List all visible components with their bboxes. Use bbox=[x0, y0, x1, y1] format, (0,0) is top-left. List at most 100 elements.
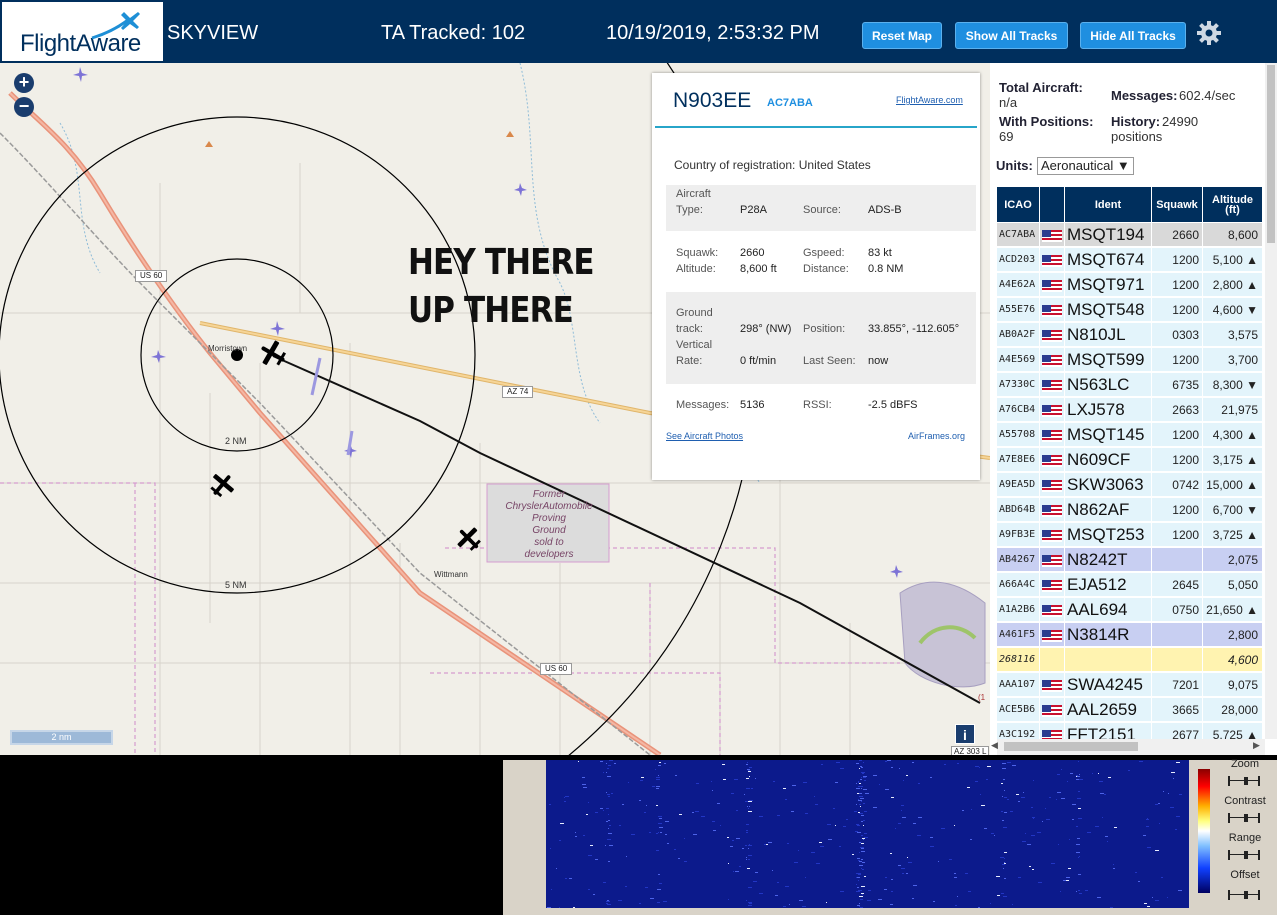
table-row[interactable]: A76CB4 LXJ578 2663 21,975 bbox=[997, 398, 1263, 422]
aircraft-icon[interactable] bbox=[455, 525, 483, 553]
cell-altitude: 15,000 ▲ bbox=[1203, 473, 1263, 497]
selected-aircraft-icon[interactable] bbox=[258, 339, 288, 369]
cell-ident: EJA512 bbox=[1065, 573, 1152, 597]
waterfall-display[interactable] bbox=[546, 760, 1189, 908]
country-value: United States bbox=[798, 158, 871, 172]
range-slider[interactable] bbox=[1228, 850, 1260, 860]
table-row[interactable]: AB4267 N8242T 2,075 bbox=[997, 548, 1263, 572]
history-label: History: bbox=[1111, 114, 1161, 129]
table-row[interactable]: A4E62A MSQT971 1200 2,800 ▲ bbox=[997, 273, 1263, 297]
source-label: Source: bbox=[803, 204, 841, 216]
gear-icon[interactable] bbox=[1196, 20, 1222, 46]
info-button[interactable]: i bbox=[955, 724, 975, 744]
cell-ident: SKW3063 bbox=[1065, 473, 1152, 497]
cell-flag bbox=[1040, 623, 1065, 647]
table-row[interactable]: A461F5 N3814R 2,800 bbox=[997, 623, 1263, 647]
scroll-left-icon[interactable]: ◀ bbox=[991, 740, 998, 751]
cell-altitude: 21,975 bbox=[1203, 398, 1263, 422]
us-flag-icon bbox=[1042, 280, 1062, 292]
col-flag[interactable] bbox=[1040, 187, 1065, 222]
cell-altitude: 21,650 ▲ bbox=[1203, 598, 1263, 622]
contrast-label: Contrast bbox=[1224, 795, 1266, 807]
type-value: P28A bbox=[740, 204, 767, 216]
flightaware-logo[interactable]: FlightAware bbox=[2, 2, 163, 61]
show-all-tracks-button[interactable]: Show All Tracks bbox=[955, 22, 1068, 49]
cell-altitude: 4,600 ▼ bbox=[1203, 298, 1263, 322]
lastseen-value: now bbox=[868, 355, 889, 367]
cell-flag bbox=[1040, 498, 1065, 522]
cell-flag bbox=[1040, 348, 1065, 372]
aircraft-detail-popup: N903EE AC7ABA FlightAware.com Country of… bbox=[652, 73, 980, 480]
scroll-right-icon[interactable]: ▶ bbox=[1253, 740, 1260, 751]
table-row[interactable]: A4E569 MSQT599 1200 3,700 bbox=[997, 348, 1263, 372]
distance-value: 0.8 NM bbox=[868, 263, 904, 275]
us-flag-icon bbox=[1042, 255, 1062, 267]
table-row[interactable]: A55708 MSQT145 1200 4,300 ▲ bbox=[997, 423, 1263, 447]
col-icao[interactable]: ICAO bbox=[997, 187, 1040, 222]
table-row[interactable]: A9FB3E MSQT253 1200 3,725 ▲ bbox=[997, 523, 1263, 547]
cell-squawk: 1200 bbox=[1152, 523, 1203, 547]
zoom-out-button[interactable]: − bbox=[14, 97, 34, 117]
cell-ident: MSQT194 bbox=[1065, 223, 1152, 247]
table-row[interactable]: 268116 4,600 bbox=[997, 648, 1263, 672]
cell-squawk: 6735 bbox=[1152, 373, 1203, 397]
contrast-slider[interactable] bbox=[1228, 813, 1260, 823]
table-row[interactable]: ACD203 MSQT674 1200 5,100 ▲ bbox=[997, 248, 1263, 272]
cell-altitude: 28,000 bbox=[1203, 698, 1263, 722]
us-flag-icon bbox=[1042, 405, 1062, 417]
table-row[interactable]: A55E76 MSQT548 1200 4,600 ▼ bbox=[997, 298, 1263, 322]
cell-ident: LXJ578 bbox=[1065, 398, 1152, 422]
cell-icao: AC7ABA bbox=[997, 223, 1040, 247]
cell-squawk: 1200 bbox=[1152, 423, 1203, 447]
table-row[interactable]: A66A4C EJA512 2645 5,050 bbox=[997, 573, 1263, 597]
vertical-scroll-thumb[interactable] bbox=[1267, 65, 1275, 243]
hide-all-tracks-button[interactable]: Hide All Tracks bbox=[1080, 22, 1186, 49]
cell-squawk: 3665 bbox=[1152, 698, 1203, 722]
offset-slider[interactable] bbox=[1228, 890, 1260, 900]
flightaware-link[interactable]: FlightAware.com bbox=[896, 95, 963, 105]
cell-flag bbox=[1040, 298, 1065, 322]
aircraft-icon[interactable] bbox=[208, 471, 236, 499]
table-row[interactable]: AC7ABA MSQT194 2660 8,600 bbox=[997, 223, 1263, 247]
col-squawk[interactable]: Squawk bbox=[1152, 187, 1203, 222]
col-altitude[interactable]: Altitude (ft) bbox=[1203, 187, 1263, 222]
table-row[interactable]: A9EA5D SKW3063 0742 15,000 ▲ bbox=[997, 473, 1263, 497]
table-row[interactable]: A7330C N563LC 6735 8,300 ▼ bbox=[997, 373, 1263, 397]
table-row[interactable]: ACE5B6 AAL2659 3665 28,000 bbox=[997, 698, 1263, 722]
zoom-in-button[interactable]: + bbox=[14, 73, 34, 93]
cell-ident: N8242T bbox=[1065, 548, 1152, 572]
cell-squawk: 2660 bbox=[1152, 223, 1203, 247]
cell-altitude: 3,175 ▲ bbox=[1203, 448, 1263, 472]
rssi-label: RSSI: bbox=[803, 399, 832, 411]
cell-ident: N3814R bbox=[1065, 623, 1152, 647]
former-line: developers bbox=[524, 549, 574, 560]
us-flag-icon bbox=[1042, 480, 1062, 492]
zoom-slider[interactable] bbox=[1228, 776, 1260, 786]
cell-flag bbox=[1040, 473, 1065, 497]
flight-info-block: Squawk: 2660 Gspeed: 83 kt Altitude: 8,6… bbox=[666, 238, 976, 284]
tracked-count: TA Tracked: 102 bbox=[381, 22, 526, 44]
table-row[interactable]: ABD64B N862AF 1200 6,700 ▼ bbox=[997, 498, 1263, 522]
track-label: track: bbox=[676, 323, 703, 335]
messages-label: Messages: bbox=[1111, 88, 1178, 103]
reset-map-button[interactable]: Reset Map bbox=[862, 22, 942, 49]
cell-icao: A55708 bbox=[997, 423, 1040, 447]
table-row[interactable]: A1A2B6 AAL694 0750 21,650 ▲ bbox=[997, 598, 1263, 622]
table-row[interactable]: AB0A2F N810JL 0303 3,575 bbox=[997, 323, 1263, 347]
horizontal-scroll-thumb[interactable] bbox=[1004, 742, 1138, 751]
airframes-link[interactable]: AirFrames.org bbox=[908, 431, 965, 441]
us-flag-icon bbox=[1042, 305, 1062, 317]
table-row[interactable]: AAA107 SWA4245 7201 9,075 bbox=[997, 673, 1263, 697]
us-flag-icon bbox=[1042, 680, 1062, 692]
aircraft-photos-link[interactable]: See Aircraft Photos bbox=[666, 431, 743, 441]
cell-altitude: 2,800 ▲ bbox=[1203, 273, 1263, 297]
col-ident[interactable]: Ident bbox=[1065, 187, 1152, 222]
cell-flag bbox=[1040, 398, 1065, 422]
table-row[interactable]: A7E8E6 N609CF 1200 3,175 ▲ bbox=[997, 448, 1263, 472]
cell-icao: AAA107 bbox=[997, 673, 1040, 697]
units-select[interactable]: Aeronautical ▼ bbox=[1037, 157, 1134, 175]
units-label: Units: bbox=[996, 158, 1033, 173]
ground-label: Ground bbox=[676, 307, 713, 319]
lastseen-label: Last Seen: bbox=[803, 355, 856, 367]
former-line: Former bbox=[532, 489, 566, 500]
